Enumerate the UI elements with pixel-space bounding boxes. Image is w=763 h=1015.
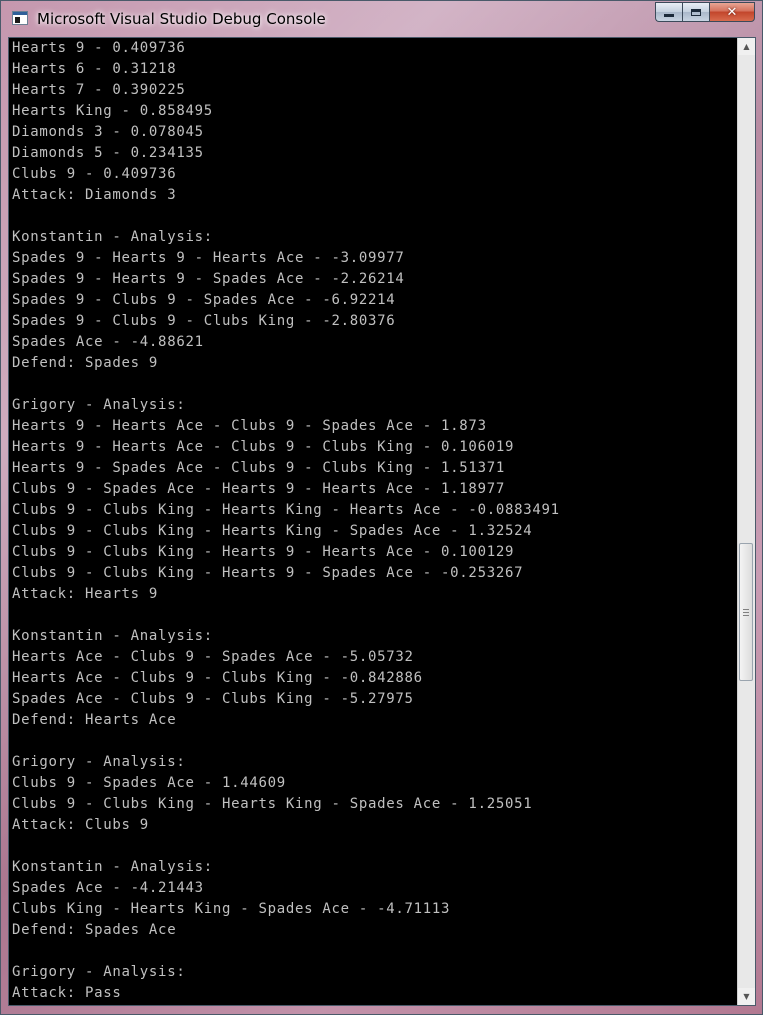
console-line: Attack: Clubs 9 (12, 817, 149, 833)
console-line: Konstantin - Analysis: (12, 859, 213, 875)
console-line: Spades 9 - Hearts 9 - Hearts Ace - -3.09… (12, 250, 405, 266)
minimize-icon (664, 13, 674, 17)
console-line: Clubs 9 - 0.409736 (12, 166, 177, 182)
scroll-up-arrow-icon[interactable]: ▲ (738, 38, 755, 55)
debug-console-window: Microsoft Visual Studio Debug Console ✕ … (0, 0, 763, 1015)
console-client-area: Hearts 9 - 0.409736 Hearts 6 - 0.31218 Hea… (8, 37, 756, 1006)
console-line: Attack: Pass (12, 985, 122, 1001)
console-line: Spades 9 - Clubs 9 - Spades Ace - -6.922… (12, 292, 396, 308)
console-line: Hearts 6 - 0.31218 (12, 61, 177, 77)
console-line: Hearts 9 - Hearts Ace - Clubs 9 - Spades… (12, 418, 487, 434)
console-line: Diamonds 3 - 0.078045 (12, 124, 204, 140)
console-line: Attack: Diamonds 3 (12, 187, 177, 203)
console-line: Clubs 9 - Spades Ace - 1.44609 (12, 775, 286, 791)
console-line: Clubs 9 - Clubs King - Hearts King - Spa… (12, 523, 533, 539)
console-line: Grigory - Analysis: (12, 964, 186, 980)
console-line: Diamonds 5 - 0.234135 (12, 145, 204, 161)
console-line: Spades Ace - -4.88621 (12, 334, 204, 350)
window-controls: ✕ (655, 2, 755, 22)
console-line: Grigory - Analysis: (12, 397, 186, 413)
console-line: Attack: Hearts 9 (12, 586, 159, 602)
console-line: Konstantin - Analysis: (12, 628, 213, 644)
scrollbar-thumb[interactable] (739, 543, 753, 681)
minimize-button[interactable] (655, 2, 682, 22)
window-title: Microsoft Visual Studio Debug Console (37, 10, 326, 28)
console-line: Hearts 7 - 0.390225 (12, 82, 186, 98)
console-line: Hearts 9 - Hearts Ace - Clubs 9 - Clubs … (12, 439, 515, 455)
scrollbar-grip-icon (743, 608, 749, 616)
console-output[interactable]: Hearts 9 - 0.409736 Hearts 6 - 0.31218 Hea… (12, 38, 737, 1005)
console-line: Defend: Hearts Ace (12, 712, 177, 728)
vertical-scrollbar[interactable]: ▲ ▼ (737, 38, 755, 1005)
console-line: Spades Ace - Clubs 9 - Clubs King - -5.2… (12, 691, 414, 707)
console-line: Spades 9 - Hearts 9 - Spades Ace - -2.26… (12, 271, 405, 287)
console-window-icon[interactable] (12, 11, 28, 25)
console-line: Hearts Ace - Clubs 9 - Spades Ace - -5.0… (12, 649, 414, 665)
console-line: Hearts Ace - Clubs 9 - Clubs King - -0.8… (12, 670, 423, 686)
console-line: Hearts King - 0.858495 (12, 103, 213, 119)
console-line: Defend: Spades 9 (12, 355, 159, 371)
console-line: Konstantin - Analysis: (12, 229, 213, 245)
close-icon: ✕ (726, 4, 738, 20)
console-line: Spades 9 - Clubs 9 - Clubs King - -2.803… (12, 313, 396, 329)
title-bar[interactable]: Microsoft Visual Studio Debug Console ✕ (1, 1, 762, 37)
console-line: Clubs 9 - Clubs King - Hearts 9 - Hearts… (12, 544, 515, 560)
console-line: Clubs 9 - Clubs King - Hearts King - Spa… (12, 796, 533, 812)
console-line: Clubs 9 - Clubs King - Hearts 9 - Spades… (12, 565, 524, 581)
console-line: Grigory - Analysis: (12, 754, 186, 770)
console-line: Defend: Spades Ace (12, 922, 177, 938)
console-line: Clubs King - Hearts King - Spades Ace - … (12, 901, 451, 917)
scroll-down-arrow-icon[interactable]: ▼ (738, 988, 755, 1005)
close-button[interactable]: ✕ (709, 2, 755, 22)
console-line: Clubs 9 - Clubs King - Hearts King - Hea… (12, 502, 560, 518)
console-line: Hearts 9 - 0.409736 (12, 40, 186, 56)
console-line: Clubs 9 - Spades Ace - Hearts 9 - Hearts… (12, 481, 505, 497)
maximize-icon (691, 8, 701, 16)
console-line: Hearts 9 - Spades Ace - Clubs 9 - Clubs … (12, 460, 505, 476)
console-line: Spades Ace - -4.21443 (12, 880, 204, 896)
maximize-button[interactable] (682, 2, 709, 22)
